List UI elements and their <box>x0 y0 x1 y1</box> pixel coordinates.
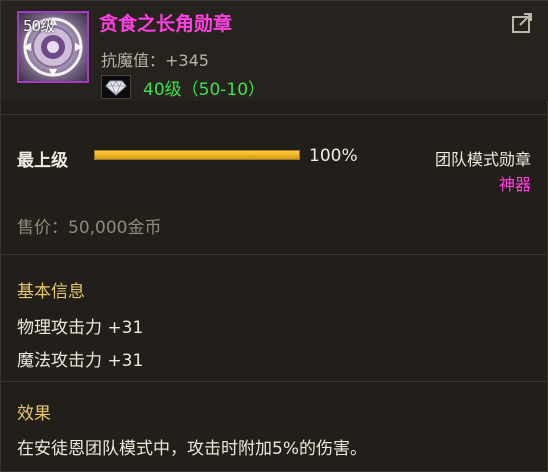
attr-magic-attack: 魔法攻击力 +31 <box>17 351 144 371</box>
medal-icon: 50级 <box>17 11 89 83</box>
mode-label: 团队模式勋章 <box>434 150 531 169</box>
sell-price: 售价：50,000金币 <box>17 218 162 238</box>
divider <box>1 114 548 115</box>
item-stat: 抗魔值：+345 <box>101 51 209 70</box>
divider <box>1 254 548 255</box>
effect-description: 在安徒恩团队模式中，攻击时附加5%的伤害。 <box>17 439 367 459</box>
gem-icon <box>101 75 131 99</box>
gem-level: 40级（50-10） <box>143 80 266 100</box>
upgrade-progress-text: 100% <box>309 146 358 166</box>
rarity-label: 神器 <box>498 175 531 194</box>
upgrade-progress-bar <box>94 150 300 160</box>
attr-physical-attack: 物理攻击力 +31 <box>17 318 144 338</box>
share-icon[interactable] <box>511 11 535 35</box>
item-tooltip: 50级 贪食之长角勋章 抗魔值：+345 40级（50-10） 最上级 100%… <box>0 0 548 472</box>
divider <box>1 381 548 382</box>
item-level-badge: 50级 <box>23 17 55 35</box>
item-name: 贪食之长角勋章 <box>99 13 233 35</box>
basic-info-title: 基本信息 <box>17 282 85 302</box>
upgrade-label: 最上级 <box>17 151 68 171</box>
upgrade-progress-fill <box>95 151 299 159</box>
effect-title: 效果 <box>17 404 51 424</box>
tooltip-header: 50级 贪食之长角勋章 抗魔值：+345 40级（50-10） <box>1 1 548 101</box>
